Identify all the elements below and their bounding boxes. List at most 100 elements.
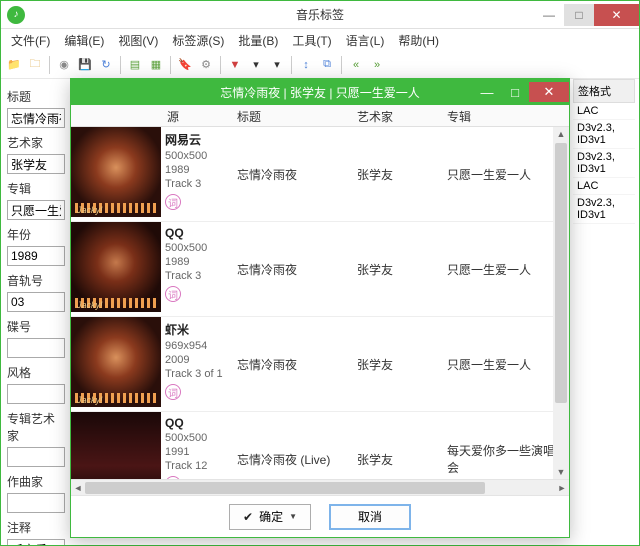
scroll-thumb[interactable] [555,143,567,403]
menu-tools[interactable]: 工具(T) [286,30,337,51]
field2-icon[interactable]: ▦ [147,56,165,74]
scroll-right-icon[interactable]: ► [555,480,569,496]
title-cell: 忘情冷雨夜 (Live) [231,412,351,479]
menu-edit[interactable]: 编辑(E) [58,30,110,51]
cd-icon[interactable]: ◉ [55,56,73,74]
dialog-maximize-button[interactable]: □ [501,82,529,102]
refresh-icon[interactable]: ↻ [97,56,115,74]
table-row[interactable]: D3v2.3, ID3v1 [573,149,635,178]
drop-icon[interactable]: ▾ [247,56,265,74]
source-header[interactable]: 源 [161,105,231,126]
track-value: Track 12 [165,460,227,472]
table-row[interactable]: D3v2.3, ID3v1 [573,120,635,149]
genre-input[interactable] [7,384,65,404]
disc-input[interactable] [7,338,65,358]
result-row[interactable]: Jacky! 网易云 500x500 1989 Track 3 词 忘情冷雨夜 … [71,127,569,222]
track-input[interactable] [7,292,65,312]
field-icon[interactable]: ▤ [126,56,144,74]
results-header: 源 标题 艺术家 专辑 [71,105,569,127]
menu-file[interactable]: 文件(F) [5,30,56,51]
save-icon[interactable]: 💾 [76,56,94,74]
source-cell: QQ 500x500 1991 Track 12 词 [161,412,231,479]
menu-tagsource[interactable]: 标签源(S) [166,30,230,51]
year-value: 2009 [165,354,227,366]
vertical-scrollbar[interactable]: ▲ ▼ [553,127,569,479]
tagformat-header[interactable]: 签格式 [573,79,635,103]
result-row[interactable]: 环球DSD视听之王 QQ 500x500 1991 Track 12 词 忘情冷… [71,412,569,479]
result-row[interactable]: Jacky! 虾米 969x954 2009 Track 3 of 1 词 忘情… [71,317,569,412]
menu-language[interactable]: 语言(L) [340,30,391,51]
dialog-minimize-button[interactable]: — [473,82,501,102]
year-input[interactable] [7,246,65,266]
title-cell: 忘情冷雨夜 [231,222,351,316]
maximize-button[interactable]: □ [564,4,594,26]
album-header[interactable]: 专辑 [441,105,569,126]
art-header[interactable] [71,105,161,126]
album-cell: 只愿一生爱一人 [441,222,569,316]
source-name: QQ [165,416,227,430]
track-value: Track 3 of 1 [165,368,227,380]
down-icon[interactable]: ▼ [226,56,244,74]
titlebar: ♪ 音乐标签 — □ ✕ [1,1,639,29]
results-list[interactable]: Jacky! 网易云 500x500 1989 Track 3 词 忘情冷雨夜 … [71,127,569,479]
albumartist-input[interactable] [7,447,65,467]
year-label: 年份 [7,223,65,243]
artist-header[interactable]: 艺术家 [351,105,441,126]
scroll-left-icon[interactable]: ◄ [71,480,85,496]
ok-button[interactable]: ✔ 确定 ▼ [229,504,311,530]
album-art: Jacky! [71,317,161,411]
artist-label: 艺术家 [7,131,65,151]
title-input[interactable] [7,108,65,128]
artist-input[interactable] [7,154,65,174]
table-row[interactable]: LAC [573,178,635,195]
arrow-left-icon[interactable]: « [347,56,365,74]
menu-batch[interactable]: 批量(B) [232,30,284,51]
composer-label: 作曲家 [7,470,65,490]
close-button[interactable]: ✕ [594,4,639,26]
app-icon: ♪ [7,6,25,24]
cancel-button[interactable]: 取消 [329,504,411,530]
disc-label: 碟号 [7,315,65,335]
album-art: Jacky! [71,222,161,316]
search-results-dialog: 忘情冷雨夜 | 张学友 | 只愿一生爱一人 — □ ✕ 源 标题 艺术家 专辑 … [70,78,570,538]
album-art: Jacky! [71,127,161,221]
horizontal-scrollbar[interactable]: ◄ ► [71,479,569,495]
group-icon[interactable]: ⧉ [318,56,336,74]
result-row[interactable]: Jacky! QQ 500x500 1989 Track 3 词 忘情冷雨夜 张… [71,222,569,317]
albumartist-label: 专辑艺术家 [7,407,65,444]
track-value: Track 3 [165,270,227,282]
title-cell: 忘情冷雨夜 [231,317,351,411]
table-row[interactable]: D3v2.3, ID3v1 [573,195,635,224]
scroll-down-icon[interactable]: ▼ [557,465,566,479]
dialog-title: 忘情冷雨夜 | 张学友 | 只愿一生爱一人 [220,84,420,101]
art-dimensions: 500x500 [165,150,227,162]
app-title: 音乐标签 [296,6,344,23]
dialog-close-button[interactable]: ✕ [529,82,569,102]
sort-icon[interactable]: ↕ [297,56,315,74]
menu-help[interactable]: 帮助(H) [392,30,445,51]
menu-view[interactable]: 视图(V) [112,30,164,51]
title-header[interactable]: 标题 [231,105,351,126]
open-icon[interactable]: 📁 [5,56,23,74]
source-name: 虾米 [165,321,227,338]
table-row[interactable]: LAC [573,103,635,120]
check-icon: ✔ [243,510,253,524]
album-input[interactable] [7,200,65,220]
artist-cell: 张学友 [351,412,441,479]
comment-label: 注释 [7,516,65,536]
source-name: QQ [165,226,227,240]
scroll-thumb[interactable] [85,482,485,494]
tag-icon[interactable]: 🔖 [176,56,194,74]
scroll-up-icon[interactable]: ▲ [557,127,566,141]
artist-cell: 张学友 [351,127,441,221]
album-cell: 只愿一生爱一人 [441,317,569,411]
arrow-right-icon[interactable]: » [368,56,386,74]
composer-input[interactable] [7,493,65,513]
folder-icon[interactable]: 🗀 [26,56,44,74]
dialog-controls: — □ ✕ [473,82,569,102]
comment-input[interactable] [7,539,65,545]
drop2-icon[interactable]: ▾ [268,56,286,74]
minimize-button[interactable]: — [534,4,564,26]
art-dimensions: 500x500 [165,242,227,254]
action-icon[interactable]: ⚙ [197,56,215,74]
